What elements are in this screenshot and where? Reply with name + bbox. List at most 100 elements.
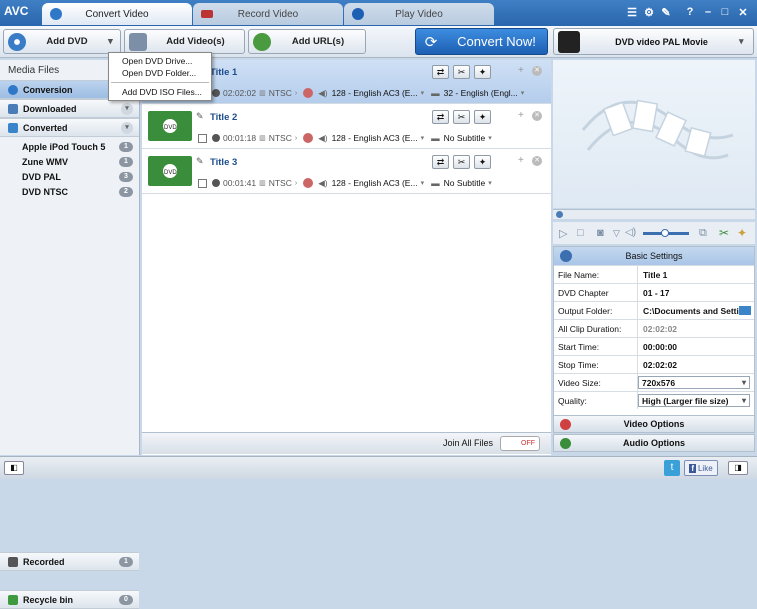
quality-select[interactable]: High (Larger file size)	[638, 394, 750, 407]
remove-icon[interactable]: ✕	[532, 111, 542, 121]
sidebar-item-dvd-pal[interactable]: DVD PAL 3	[0, 169, 139, 184]
start-time-field[interactable]: 00:00:00	[638, 338, 754, 355]
tab-convert-video[interactable]: Convert Video	[42, 3, 192, 25]
chevron-down-icon[interactable]: ▾	[121, 121, 133, 134]
scissors-icon[interactable]: ✂	[453, 65, 470, 79]
output-profile-select[interactable]: DVD video PAL Movie ▾	[553, 28, 754, 55]
seek-bar[interactable]	[553, 209, 755, 219]
arrow-right-icon: ›	[294, 89, 298, 97]
dvd-chapter-field[interactable]: 01 - 17	[638, 284, 754, 301]
plus-icon[interactable]: +	[518, 110, 524, 121]
menu-icon[interactable]: ☰	[625, 6, 639, 19]
plus-icon[interactable]: +	[518, 155, 524, 166]
magic-wand-icon[interactable]: ✦	[474, 110, 491, 124]
sidebar-item-recycle-bin[interactable]: Recycle bin 0	[0, 590, 139, 609]
title-row[interactable]: DVD ✎ Title 3 ⇄ ✂ ✦ + ✕ 00:01:41 ▥ NTSC …	[142, 150, 551, 194]
play-icon[interactable]: ▷	[559, 227, 567, 240]
scissors-icon[interactable]: ✂	[719, 226, 729, 240]
close-icon[interactable]: ✕	[736, 6, 750, 19]
basic-settings-panel: Basic Settings File Name: Title 1 DVD Ch…	[553, 246, 755, 432]
magic-wand-icon[interactable]: ✦	[474, 65, 491, 79]
sidebar-item-dvd-ntsc[interactable]: DVD NTSC 2	[0, 184, 139, 199]
convert-settings-icon[interactable]: ⇄	[432, 65, 449, 79]
speaker-icon: ◀)	[318, 177, 328, 188]
settings-header[interactable]: Basic Settings	[554, 247, 754, 265]
clock-icon	[212, 134, 220, 142]
volume-icon[interactable]: ◁)	[625, 227, 636, 238]
sidebar-item-label: DVD NTSC	[22, 186, 69, 197]
chevron-down-icon[interactable]: ▾	[108, 36, 120, 47]
title-name[interactable]: Title 3	[210, 157, 237, 168]
magic-wand-icon[interactable]: ✦	[737, 226, 747, 240]
tab-play-video[interactable]: Play Video	[344, 3, 494, 25]
remove-icon[interactable]: ✕	[532, 156, 542, 166]
record-icon	[201, 10, 213, 18]
maximize-icon[interactable]: □	[718, 6, 732, 18]
plus-icon[interactable]: +	[518, 65, 524, 76]
gear-icon[interactable]: ⚙	[642, 6, 656, 19]
sidebar-item-recorded[interactable]: Recorded 1	[0, 552, 139, 571]
convert-settings-icon[interactable]: ⇄	[432, 155, 449, 169]
audio-track-select[interactable]: 128 - English AC3 (E...	[332, 133, 418, 143]
title-name[interactable]: Title 2	[210, 112, 237, 123]
facebook-like-button[interactable]: f Like	[684, 460, 718, 476]
add-videos-button[interactable]: Add Video(s)	[124, 29, 245, 54]
subtitle-select[interactable]: No Subtitle	[444, 178, 486, 188]
title-meta: 02:02:02 ▥ NTSC › ◀) 128 - English AC3 (…	[198, 86, 527, 100]
subtitle-select[interactable]: 32 - English (Engl...	[444, 88, 518, 98]
tab-label: Convert Video	[85, 8, 149, 20]
menu-item-open-dvd-folder[interactable]: Open DVD Folder...	[109, 67, 211, 79]
tools-icon[interactable]: ✎	[659, 6, 673, 19]
pencil-icon[interactable]: ✎	[196, 111, 205, 121]
chevron-down-icon: ▾	[488, 180, 492, 187]
twitter-icon[interactable]: t	[664, 460, 680, 476]
scissors-icon[interactable]: ✂	[453, 155, 470, 169]
subtitle-select[interactable]: No Subtitle	[444, 133, 486, 143]
audio-options-header[interactable]: Audio Options	[553, 434, 755, 452]
sidebar-item-converted[interactable]: Converted ▾	[0, 118, 139, 137]
sidebar-item-downloaded[interactable]: Downloaded ▾	[0, 99, 139, 118]
folder-icon[interactable]	[739, 306, 751, 315]
stop-time-field[interactable]: 02:02:02	[638, 356, 754, 373]
title-row[interactable]: DVD ✎ Title 2 ⇄ ✂ ✦ + ✕ 00:01:18 ▥ NTSC …	[142, 105, 551, 149]
fullscreen-icon[interactable]: ⧉	[699, 227, 707, 240]
title-checkbox[interactable]	[198, 133, 207, 143]
pencil-icon[interactable]: ✎	[196, 156, 205, 166]
sidebar-item-ipod[interactable]: Apple iPod Touch 5 1	[0, 139, 139, 154]
remove-icon[interactable]: ✕	[532, 66, 542, 76]
join-toggle[interactable]: OFF	[500, 436, 540, 451]
convert-now-button[interactable]: ⟳ Convert Now!	[415, 28, 548, 55]
setting-key: Stop Time:	[554, 356, 638, 373]
audio-track-select[interactable]: 128 - English AC3 (E...	[332, 88, 418, 98]
chevron-down-icon[interactable]: ▾	[121, 102, 133, 115]
menu-item-add-dvd-iso[interactable]: Add DVD ISO Files...	[109, 86, 211, 98]
tab-record-video[interactable]: Record Video	[193, 3, 343, 25]
snapshot-icon[interactable]: ◙	[597, 227, 604, 239]
toggle-sidebar-icon[interactable]: ◧	[4, 461, 24, 475]
chevron-down-icon[interactable]: ▽	[613, 228, 620, 239]
output-folder-field[interactable]: C:\Documents and Setti...	[638, 302, 739, 319]
title-name[interactable]: Title 1	[210, 67, 237, 78]
toggle-panel-icon[interactable]: ◨	[728, 461, 748, 475]
video-size-select[interactable]: 720x576	[638, 376, 750, 389]
add-dvd-button[interactable]: Add DVD ▾	[3, 29, 121, 54]
seek-handle[interactable]	[556, 211, 563, 218]
menu-item-open-dvd-drive[interactable]: Open DVD Drive...	[109, 55, 211, 67]
minimize-icon[interactable]: –	[701, 6, 715, 18]
help-icon[interactable]: ?	[683, 6, 697, 18]
title-thumbnail: DVD	[148, 111, 192, 141]
convert-settings-icon[interactable]: ⇄	[432, 110, 449, 124]
stop-icon[interactable]: □	[577, 227, 584, 239]
magic-wand-icon[interactable]: ✦	[474, 155, 491, 169]
audio-track-select[interactable]: 128 - English AC3 (E...	[332, 178, 418, 188]
refresh-icon: ⟳	[424, 33, 438, 51]
title-checkbox[interactable]	[198, 178, 207, 188]
add-urls-button[interactable]: Add URL(s)	[248, 29, 366, 54]
file-name-field[interactable]: Title 1	[638, 266, 754, 283]
film-strip-icon: ▥	[259, 135, 266, 142]
video-options-header[interactable]: Video Options	[553, 415, 755, 433]
scissors-icon[interactable]: ✂	[453, 110, 470, 124]
volume-handle[interactable]	[661, 229, 669, 237]
sidebar-item-zune[interactable]: Zune WMV 1	[0, 154, 139, 169]
count-badge: 1	[119, 556, 133, 567]
